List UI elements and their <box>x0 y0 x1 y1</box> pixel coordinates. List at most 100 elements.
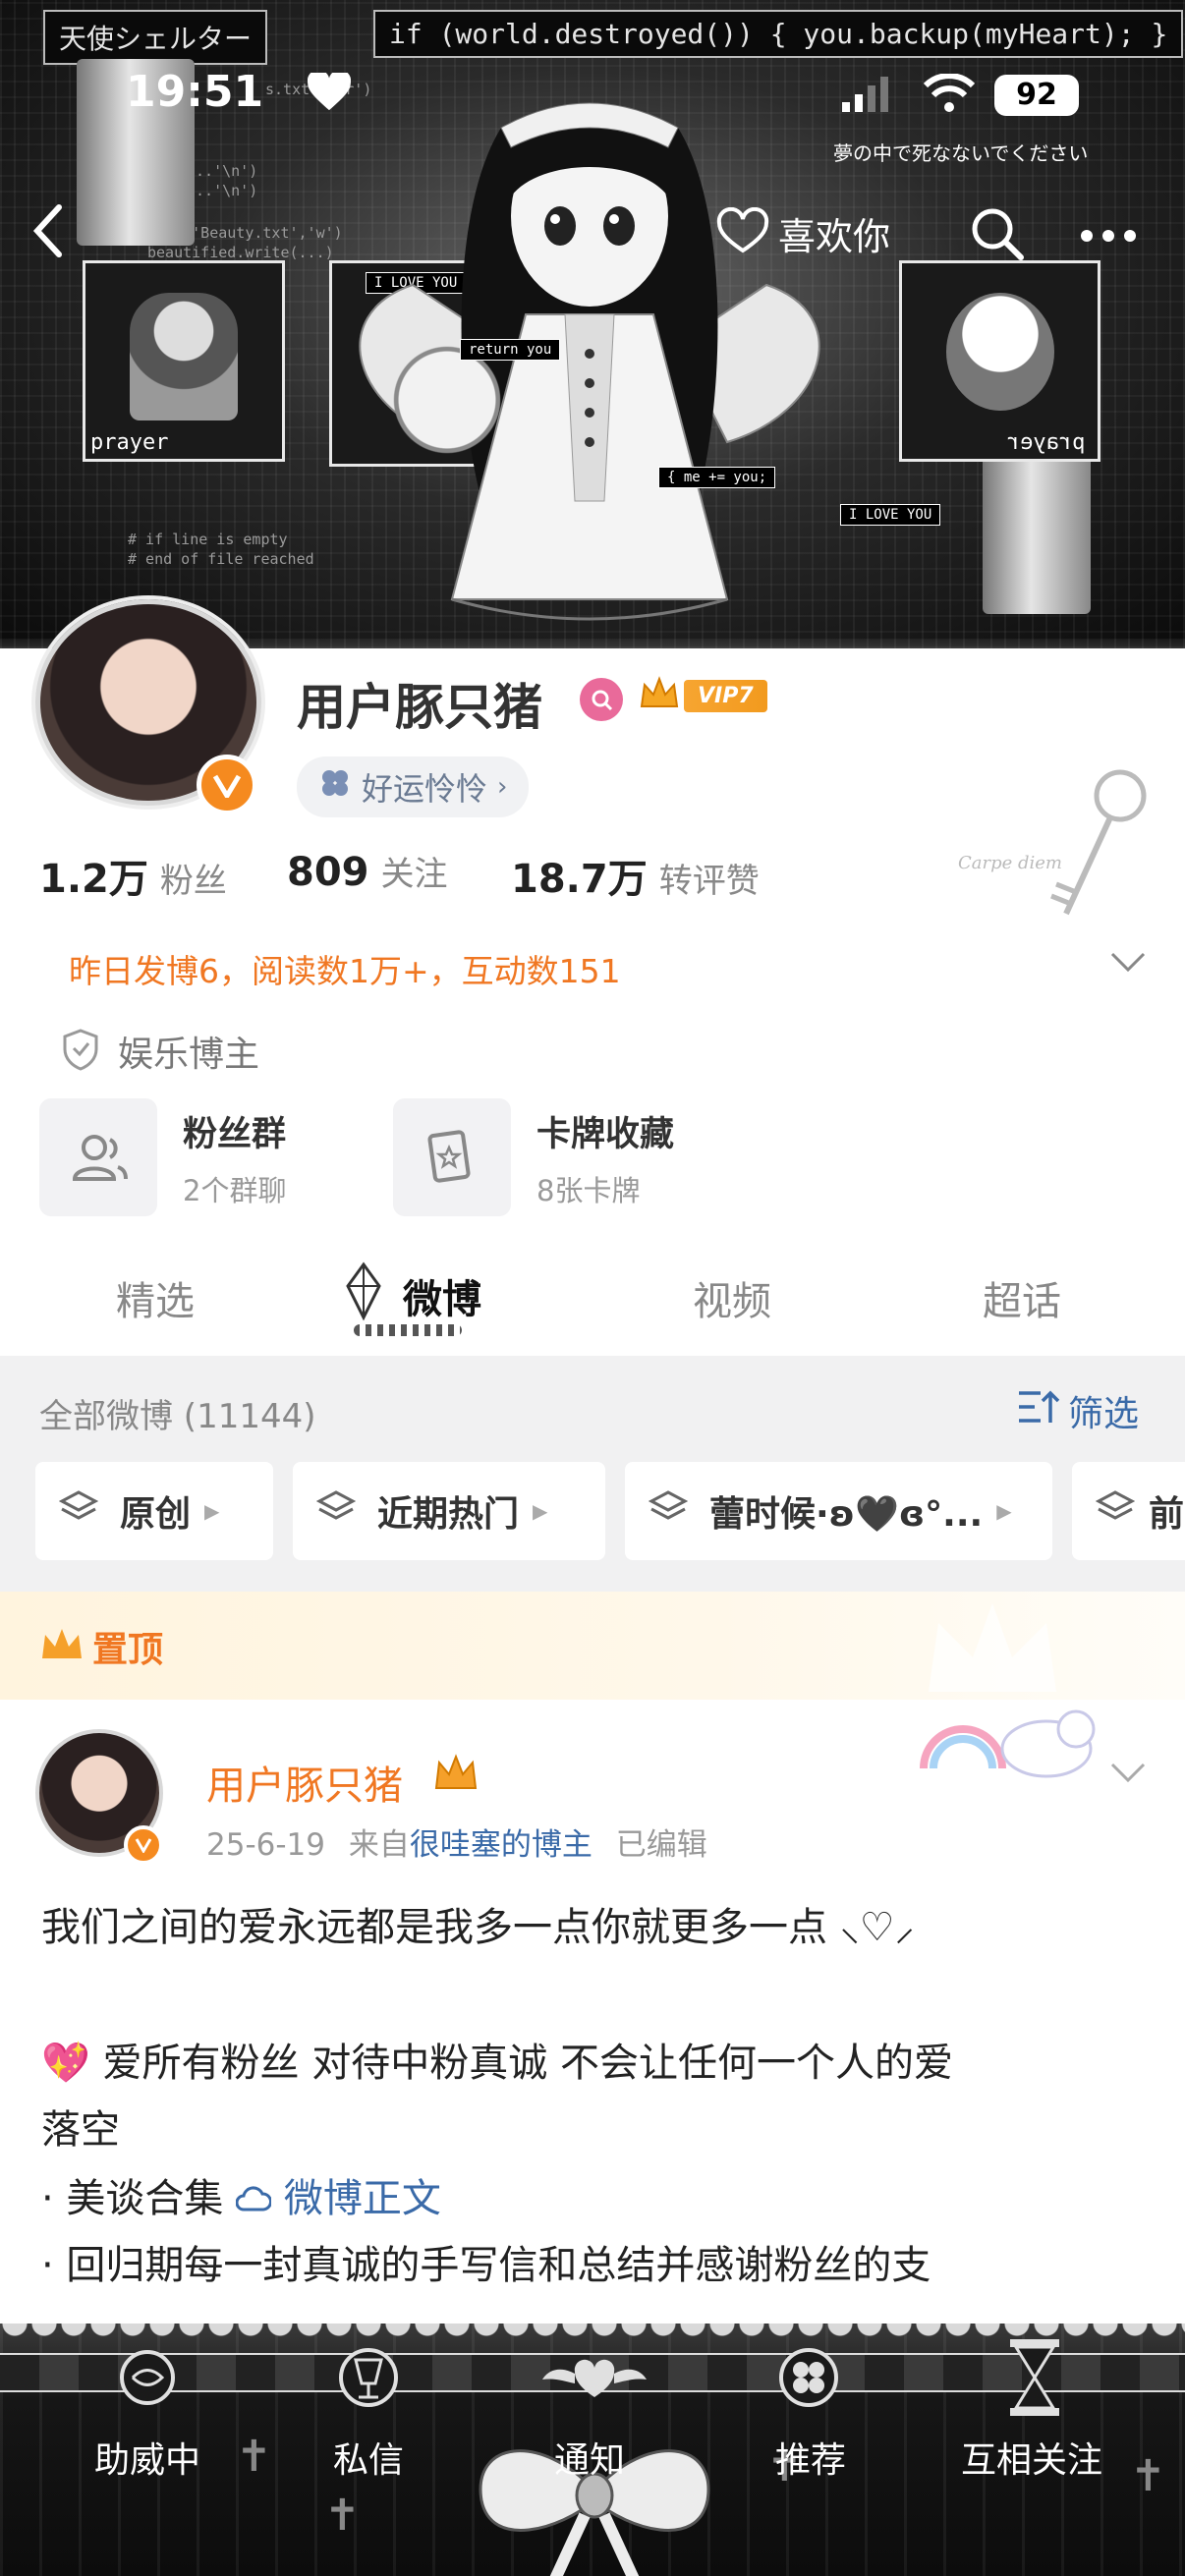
post-meta: 25-6-19 来自很哇塞的博主 已编辑 <box>206 1820 707 1864</box>
watermark-text: Carpe diem <box>958 853 1063 873</box>
post-from-prefix: 来自 <box>348 1827 410 1863</box>
bottom-tab-messages[interactable]: 私信 <box>270 2432 467 2483</box>
expand-chevron-icon[interactable] <box>1108 948 1148 980</box>
code-line: beautified.write(...) <box>147 244 334 261</box>
link-cloud-icon <box>235 2176 273 2221</box>
pinned-label: 置顶 <box>92 1630 164 1670</box>
lucky-pill[interactable]: 好运怜怜 › <box>297 756 530 817</box>
filter-button[interactable]: 筛选 <box>1017 1385 1139 1436</box>
fan-group-sub: 2个群聊 <box>183 1173 287 1207</box>
chevron-right-icon: › <box>497 772 508 802</box>
stat-engagement[interactable]: 18.7万 转评赞 <box>511 847 760 904</box>
stat-followers-num: 1.2万 <box>39 857 148 902</box>
chip-label: 前 <box>1149 1494 1185 1535</box>
post-menu-chevron-icon[interactable] <box>1108 1759 1148 1790</box>
hand-heart-icon <box>715 206 770 260</box>
stat-following-num: 809 <box>287 850 369 895</box>
layers-icon <box>648 1489 709 1534</box>
post-line-4: · 美谈合集 微博正文 <box>41 2165 441 2232</box>
fan-group-card[interactable]: 粉丝群 2个群聊 <box>39 1098 286 1216</box>
shield-icon <box>61 1028 100 1075</box>
post-username[interactable]: 用户豚只猪 <box>206 1754 403 1811</box>
chip-label: 原创 <box>120 1494 192 1535</box>
clover-icon <box>318 766 352 808</box>
card-icon <box>393 1098 511 1216</box>
banner-title-left: 天使シェルター <box>43 10 268 65</box>
tab-supertopic[interactable]: 超话 <box>983 1269 1061 1326</box>
tab-indicator <box>354 1324 462 1336</box>
search-icon[interactable] <box>968 204 1027 267</box>
chip-arrow-icon: ▶ <box>533 1499 548 1523</box>
filter-label: 筛选 <box>1068 1394 1140 1434</box>
post-date: 25-6-19 <box>206 1827 325 1863</box>
frame-left-label: prayer <box>90 430 169 455</box>
bottom-tab-cheer[interactable]: 助威中 <box>49 2432 246 2483</box>
post-line-2: 💖 爱所有粉丝 对待中粉真诚 不会让任何一个人的爱 <box>41 2030 953 2097</box>
group-icon <box>39 1098 157 1216</box>
chip-arrow-icon: ▶ <box>204 1499 220 1523</box>
bottom-tab-notifications[interactable]: 通知 <box>491 2432 688 2483</box>
banner-title-right: if (world.destroyed()) { you.backup(myHe… <box>373 10 1184 58</box>
card-collection-card[interactable]: 卡牌收藏 8张卡牌 <box>393 1098 674 1216</box>
crown-icon <box>639 675 680 716</box>
banner-plush <box>378 344 516 491</box>
bottom-tab-mutual[interactable]: 互相关注 <box>933 2432 1130 2483</box>
cup-icon <box>334 2338 403 2421</box>
tab-weibo[interactable]: 微博 <box>403 1267 481 1324</box>
code-bubble: return you <box>460 339 561 361</box>
frame-right-label: prayer <box>1007 430 1086 455</box>
stat-engagement-label: 转评赞 <box>658 862 760 901</box>
yesterday-summary[interactable]: 昨日发博6，阅读数1万+，互动数151 <box>69 945 621 992</box>
code-line: # end of file reached <box>128 550 314 568</box>
pinned-label-row: 置顶 <box>39 1621 163 1672</box>
signal-icon <box>840 77 889 116</box>
chip-label: 蕾时候·ʚ🖤ɞ°... <box>709 1494 984 1535</box>
filter-icon <box>1017 1387 1060 1435</box>
chip-custom[interactable]: 蕾时候·ʚ🖤ɞ°... ▶ <box>625 1462 1052 1560</box>
crown-icon <box>39 1625 85 1668</box>
post-edited: 已编辑 <box>615 1827 707 1863</box>
winged-heart-icon <box>540 2348 649 2411</box>
post-line-5: · 回归期每一封真诚的手写信和总结并感谢粉丝的支 <box>41 2243 931 2288</box>
stat-followers[interactable]: 1.2万 粉丝 <box>39 847 227 904</box>
tab-featured[interactable]: 精选 <box>116 1269 195 1326</box>
stat-following[interactable]: 809 关注 <box>287 847 448 895</box>
heart-icon <box>307 69 352 116</box>
lucky-pill-label: 好运怜怜 <box>362 770 488 808</box>
chip-arrow-icon: ▶ <box>996 1499 1012 1523</box>
code-line: ...'\n') <box>187 182 258 199</box>
wifi-icon <box>923 73 976 117</box>
layers-icon <box>1095 1489 1149 1534</box>
cross-decoration: ✝ <box>324 2491 361 2541</box>
vip-badge[interactable]: VIP7 <box>639 675 767 716</box>
chain-icon <box>113 2343 182 2416</box>
weibo-link-label: 微博正文 <box>283 2176 441 2221</box>
verified-badge <box>197 755 257 815</box>
chip-original[interactable]: 原创 ▶ <box>35 1462 273 1560</box>
crown-watermark-icon <box>919 1594 1066 1706</box>
search-badge-icon <box>580 678 623 721</box>
card-collection-title: 卡牌收藏 <box>536 1114 675 1154</box>
post-line-1: 我们之间的爱永远都是我多一点你就更多一点 ⸜♡⸝ <box>41 1905 915 1950</box>
weibo-link[interactable]: 微博正文 <box>235 2176 441 2221</box>
code-line: # if line is empty <box>128 531 288 548</box>
bottom-tab-bar: ✝ ✝ ✝ ✝ 助威中 私信 通知 推荐 互相关注 <box>0 2324 1185 2576</box>
more-icon[interactable] <box>1079 206 1138 269</box>
bottom-tab-recommend[interactable]: 推荐 <box>712 2432 909 2483</box>
code-bubble: { me += you; <box>658 467 776 488</box>
vip-label: VIP7 <box>684 679 767 712</box>
like-label: 喜欢你 <box>778 215 891 258</box>
like-button[interactable]: 喜欢你 <box>715 206 890 260</box>
post-source-link[interactable]: 很哇塞的博主 <box>410 1827 592 1863</box>
layers-icon <box>58 1489 120 1534</box>
tab-video[interactable]: 视频 <box>693 1269 771 1326</box>
chip-recent-hot[interactable]: 近期热门 ▶ <box>293 1462 605 1560</box>
back-icon[interactable] <box>29 201 65 264</box>
category-label: 娱乐博主 <box>118 1035 260 1075</box>
fan-group-title: 粉丝群 <box>183 1114 287 1154</box>
post-line-2-text: 爱所有粉丝 对待中粉真诚 不会让任何一个人的爱 <box>102 2041 953 2086</box>
key-icon <box>1042 756 1169 937</box>
category-row[interactable]: 娱乐博主 <box>61 1026 259 1077</box>
crown-badge-icon <box>432 1751 480 1798</box>
chip-partial[interactable]: 前 <box>1072 1462 1185 1560</box>
